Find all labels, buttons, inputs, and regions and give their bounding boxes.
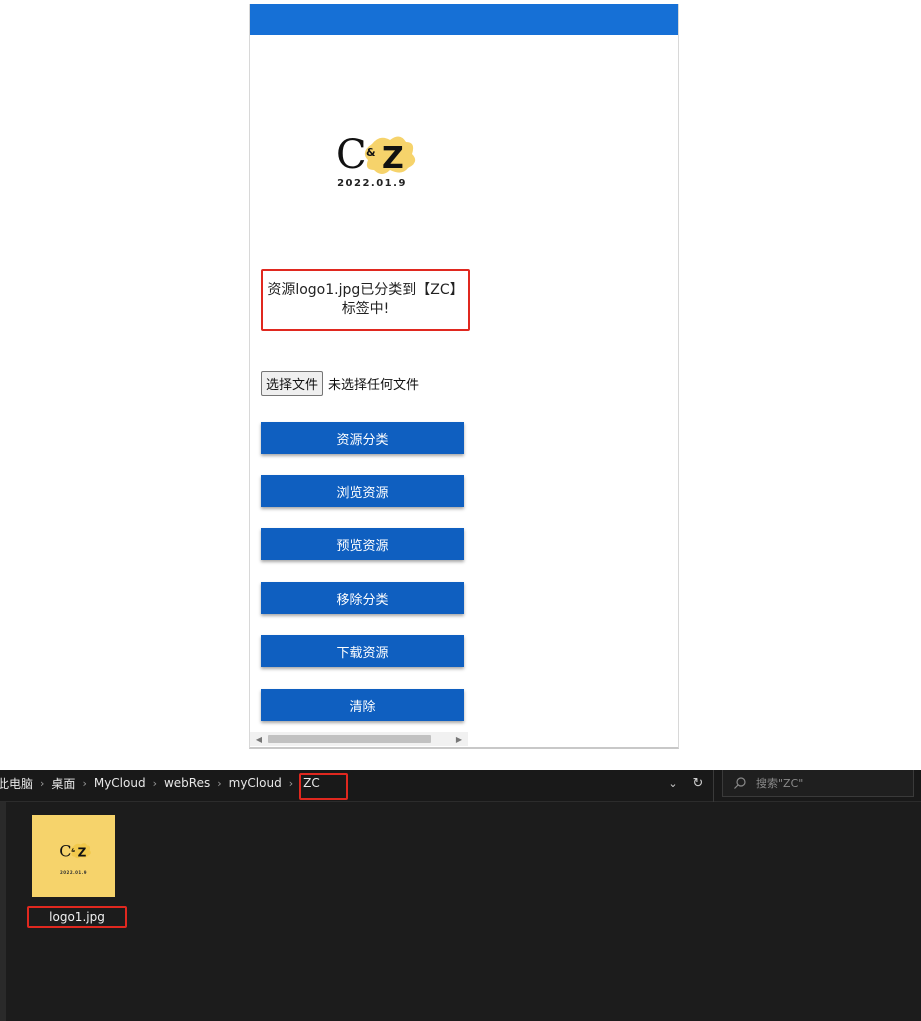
- breadcrumb-mycloud-sub[interactable]: myCloud: [229, 776, 282, 790]
- svg-text:C: C: [59, 842, 71, 861]
- current-folder-highlight: [299, 773, 348, 800]
- clear-button[interactable]: 清除: [261, 689, 464, 721]
- classification-message: 资源logo1.jpg已分类到【ZC】标签中!: [261, 269, 470, 331]
- breadcrumb-desktop[interactable]: 桌面: [51, 775, 75, 792]
- chevron-right-icon: ›: [152, 776, 157, 790]
- breadcrumb: 此电脑 › 桌面 › MyCloud › webRes › myCloud › …: [0, 770, 323, 796]
- scrollbar-thumb[interactable]: [268, 735, 431, 743]
- svg-text:Z: Z: [78, 846, 87, 860]
- search-placeholder: 搜索"ZC": [756, 777, 804, 790]
- message-text: 资源logo1.jpg已分类到【ZC】标签中!: [267, 282, 464, 317]
- thumbnail-date: 2022.01.9: [59, 870, 88, 875]
- chevron-right-icon: ›: [40, 776, 45, 790]
- browse-resource-button[interactable]: 浏览资源: [261, 475, 464, 507]
- breadcrumb-webres[interactable]: webRes: [164, 776, 210, 790]
- chevron-right-icon: ›: [217, 776, 222, 790]
- logo-date: 2022.01.9: [337, 178, 407, 189]
- choose-file-button[interactable]: 选择文件: [261, 370, 324, 396]
- webview-panel: C & Z 2022.01.9 资源logo1.jpg已分类到【ZC】标签中! …: [249, 4, 679, 749]
- svg-text:&: &: [71, 848, 75, 854]
- search-icon: [734, 777, 746, 789]
- scroll-left-icon[interactable]: ◀: [252, 732, 266, 746]
- navigation-pane-edge: [0, 802, 6, 1021]
- breadcrumb-mycloud[interactable]: MyCloud: [94, 776, 146, 790]
- file-name-label[interactable]: logo1.jpg: [27, 906, 127, 928]
- horizontal-scrollbar[interactable]: ◀ ▶: [250, 732, 468, 746]
- thumbnail-logo: C & Z: [59, 842, 91, 861]
- file-explorer-window: 此电脑 › 桌面 › MyCloud › webRes › myCloud › …: [0, 770, 921, 1021]
- address-divider: [713, 770, 714, 802]
- scroll-right-icon[interactable]: ▶: [452, 732, 466, 746]
- file-status: 未选择任何文件: [328, 377, 420, 393]
- logo-letter-c: C: [336, 132, 367, 178]
- chevron-right-icon: ›: [288, 776, 294, 790]
- search-input[interactable]: 搜索"ZC": [722, 770, 914, 797]
- classify-resource-button[interactable]: 资源分类: [261, 422, 464, 454]
- breadcrumb-this-pc[interactable]: 此电脑: [0, 775, 33, 792]
- file-input: 选择文件 未选择任何文件: [261, 370, 419, 396]
- refresh-icon[interactable]: ↻: [689, 774, 707, 792]
- download-resource-button[interactable]: 下载资源: [261, 635, 464, 667]
- file-thumbnail[interactable]: C & Z 2022.01.9: [32, 815, 115, 897]
- chevron-down-icon[interactable]: ⌄: [665, 774, 681, 792]
- remove-category-button[interactable]: 移除分类: [261, 582, 464, 614]
- logo-ampersand: &: [366, 146, 376, 159]
- cz-logo: C & Z: [336, 132, 416, 178]
- app-top-bar: [250, 4, 678, 35]
- logo-letter-z: Z: [382, 141, 404, 176]
- address-bar[interactable]: 此电脑 › 桌面 › MyCloud › webRes › myCloud › …: [0, 770, 921, 802]
- preview-resource-button[interactable]: 预览资源: [261, 528, 464, 560]
- chevron-right-icon: ›: [82, 776, 87, 790]
